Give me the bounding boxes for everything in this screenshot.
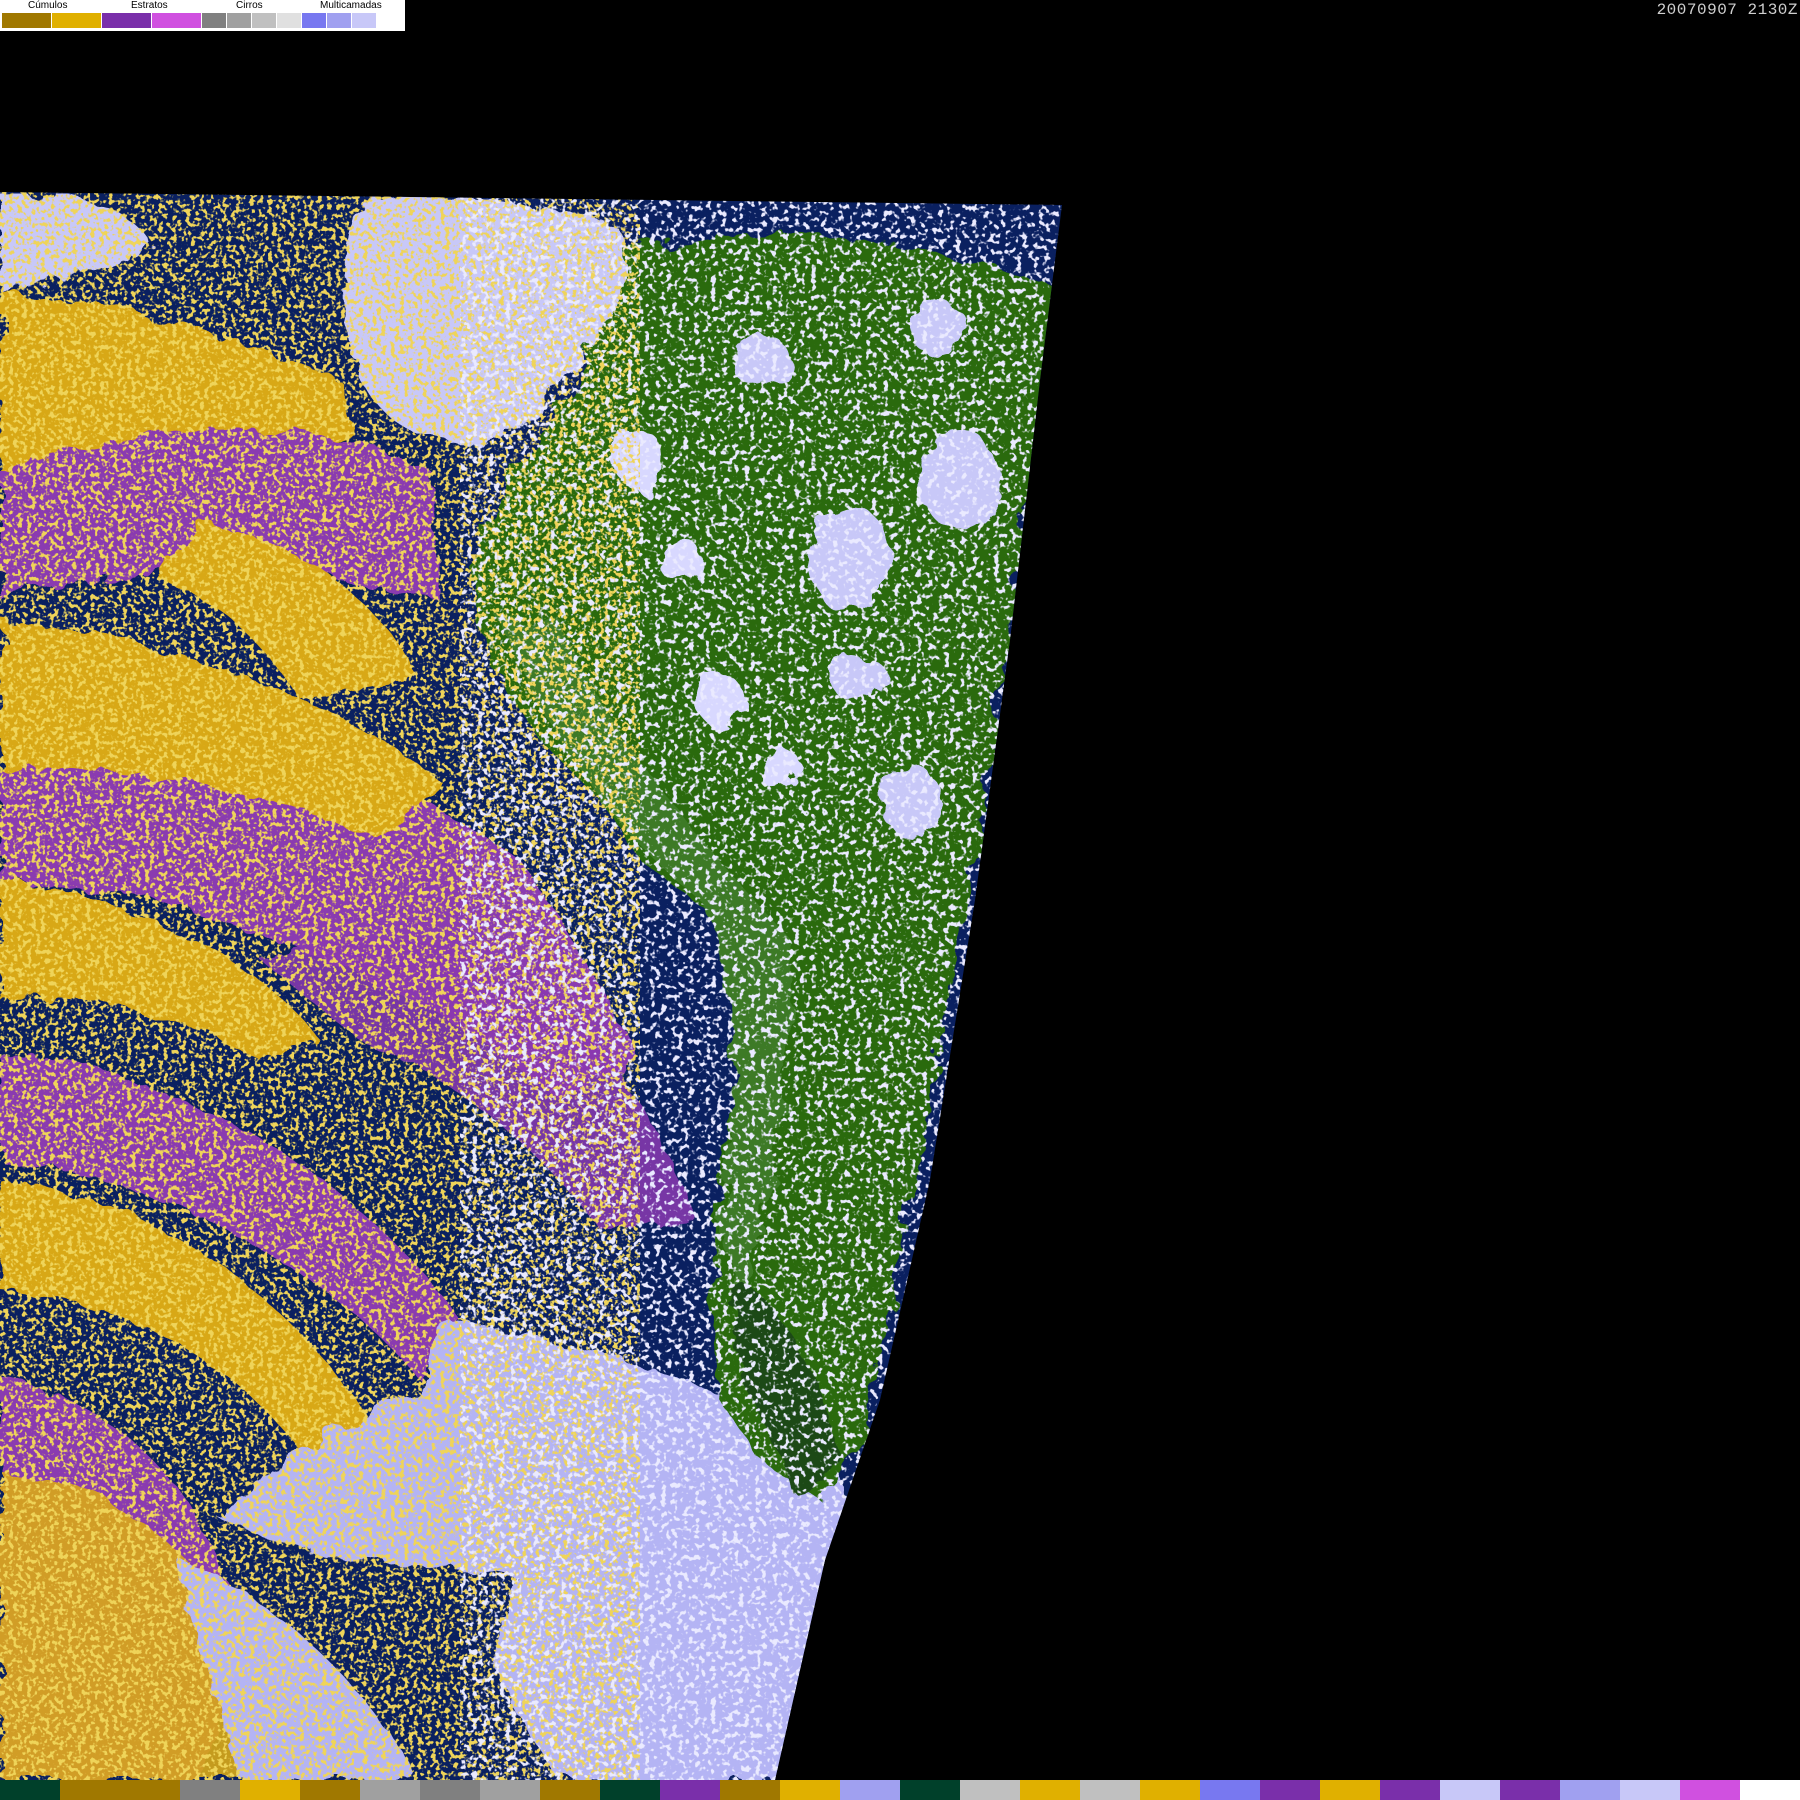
- strip-cell: [240, 1780, 300, 1800]
- strip-cell: [180, 1780, 240, 1800]
- legend-swatch: [377, 13, 402, 28]
- legend-swatches: [2, 13, 402, 28]
- strip-cell: [120, 1780, 180, 1800]
- strip-cell: [0, 1780, 60, 1800]
- strip-cell: [1680, 1780, 1740, 1800]
- legend-swatch: [152, 13, 202, 28]
- satellite-cloud-map: [0, 192, 1062, 1780]
- legend-swatch: [2, 13, 52, 28]
- legend-label-cumulus: Cúmulos: [28, 0, 68, 11]
- strip-cell: [480, 1780, 540, 1800]
- strip-cell: [300, 1780, 360, 1800]
- strip-cell: [1740, 1780, 1800, 1800]
- legend-swatch: [352, 13, 377, 28]
- strip-cell: [1320, 1780, 1380, 1800]
- legend-swatch: [52, 13, 102, 28]
- strip-cell: [720, 1780, 780, 1800]
- legend-label-cirrus: Cirros: [236, 0, 263, 11]
- legend-swatch: [327, 13, 352, 28]
- strip-cell: [600, 1780, 660, 1800]
- strip-cell: [780, 1780, 840, 1800]
- strip-cell: [60, 1780, 120, 1800]
- legend-swatch: [302, 13, 327, 28]
- strip-cell: [1260, 1780, 1320, 1800]
- legend-swatch: [227, 13, 252, 28]
- strip-cell: [900, 1780, 960, 1800]
- strip-cell: [1440, 1780, 1500, 1800]
- legend-swatch: [102, 13, 152, 28]
- legend-swatch: [277, 13, 302, 28]
- legend-label-multilayer: Multicamadas: [320, 0, 382, 11]
- strip-cell: [1500, 1780, 1560, 1800]
- strip-cell: [420, 1780, 480, 1800]
- strip-cell: [1380, 1780, 1440, 1800]
- cloud-speckle: [460, 192, 1062, 1780]
- legend-swatch: [252, 13, 277, 28]
- strip-cell: [660, 1780, 720, 1800]
- strip-cell: [840, 1780, 900, 1800]
- cloud-type-legend: Cúmulos Estratos Cirros Multicamadas: [0, 0, 405, 31]
- timestamp: 20070907 2130Z: [1656, 1, 1798, 19]
- bottom-color-strip: [0, 1780, 1800, 1800]
- strip-cell: [1020, 1780, 1080, 1800]
- strip-cell: [1560, 1780, 1620, 1800]
- strip-cell: [1620, 1780, 1680, 1800]
- strip-cell: [960, 1780, 1020, 1800]
- strip-cell: [1200, 1780, 1260, 1800]
- strip-cell: [360, 1780, 420, 1800]
- strip-cell: [1080, 1780, 1140, 1800]
- legend-label-stratus: Estratos: [131, 0, 168, 11]
- strip-cell: [540, 1780, 600, 1800]
- legend-swatch: [202, 13, 227, 28]
- strip-cell: [1140, 1780, 1200, 1800]
